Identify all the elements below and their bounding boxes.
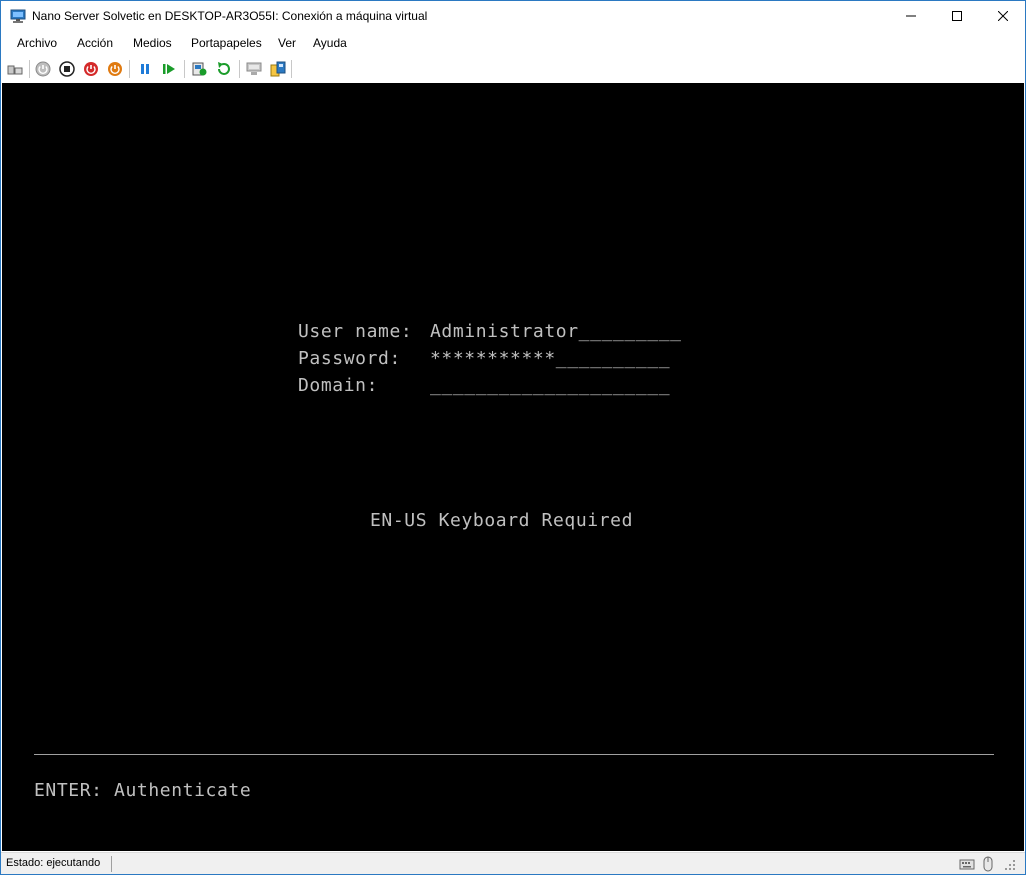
status-bar: Estado: ejecutando: [1, 852, 1025, 874]
status-text: Estado: ejecutando: [6, 857, 101, 869]
minimize-icon: [906, 15, 916, 17]
toolbar-separator: [184, 60, 185, 78]
vm-connect-icon: [10, 9, 26, 23]
footer-action-hint: ENTER: Authenticate: [34, 780, 252, 801]
toolbar-separator: [29, 60, 30, 78]
title-bar[interactable]: Nano Server Solvetic en DESKTOP-AR3O55I:…: [1, 1, 1025, 32]
pause-icon: [141, 64, 149, 74]
toolbar: [1, 56, 1025, 82]
resume-icon: [163, 64, 175, 74]
console-divider: [34, 754, 994, 755]
toolbar-separator: [239, 60, 240, 78]
maximize-button[interactable]: [934, 1, 980, 31]
power-icon: [108, 62, 122, 76]
status-separator: [111, 856, 112, 872]
start-icon: [35, 61, 51, 77]
shutdown-icon: [84, 62, 98, 76]
share-button[interactable]: [268, 59, 288, 79]
toolbar-separator: [129, 60, 130, 78]
domain-field[interactable]: _____________________: [430, 375, 670, 397]
start-button[interactable]: [33, 59, 53, 79]
minimize-button[interactable]: [888, 1, 934, 31]
maximize-icon: [952, 11, 962, 21]
window-title: Nano Server Solvetic en DESKTOP-AR3O55I:…: [32, 9, 428, 23]
resize-grip-icon[interactable]: [1001, 856, 1017, 872]
menu-archivo[interactable]: Archivo: [17, 36, 57, 50]
vm-connection-window: Nano Server Solvetic en DESKTOP-AR3O55I:…: [0, 0, 1026, 875]
username-field[interactable]: Administrator_________: [430, 321, 682, 343]
power-button[interactable]: [105, 59, 125, 79]
menu-medios[interactable]: Medios: [133, 36, 172, 50]
menu-ayuda[interactable]: Ayuda: [313, 36, 347, 50]
revert-button[interactable]: [213, 59, 233, 79]
toolbar-separator: [291, 60, 292, 78]
mouse-icon: [983, 856, 993, 872]
keyboard-icon: [959, 859, 975, 870]
password-label: Password:: [298, 348, 401, 369]
password-field[interactable]: ***********__________: [430, 348, 670, 370]
enhanced-session-button[interactable]: [244, 59, 264, 79]
vm-console-screen[interactable]: User name: Administrator_________ Passwo…: [2, 83, 1024, 851]
keyboard-notice: EN-US Keyboard Required: [370, 510, 634, 531]
menu-bar: Archivo Acción Medios Portapapeles Ver A…: [1, 32, 1025, 54]
menu-portapapeles[interactable]: Portapapeles: [191, 36, 262, 50]
menu-accion[interactable]: Acción: [77, 36, 113, 50]
turn-off-icon: [59, 61, 75, 77]
revert-icon: [218, 62, 230, 75]
turn-off-button[interactable]: [57, 59, 77, 79]
shutdown-button[interactable]: [81, 59, 101, 79]
domain-label: Domain:: [298, 375, 379, 396]
ctrl-alt-del-icon: [7, 65, 23, 75]
ctrl-alt-del-button[interactable]: [5, 59, 25, 79]
close-button[interactable]: [980, 1, 1026, 31]
resume-button[interactable]: [159, 59, 179, 79]
pause-button[interactable]: [135, 59, 155, 79]
menu-ver[interactable]: Ver: [278, 36, 296, 50]
share-icon: [270, 61, 286, 77]
username-label: User name:: [298, 321, 413, 342]
enhanced-session-icon: [246, 62, 262, 75]
checkpoint-button[interactable]: [189, 59, 209, 79]
checkpoint-icon: [192, 62, 207, 76]
close-icon: [998, 11, 1008, 21]
